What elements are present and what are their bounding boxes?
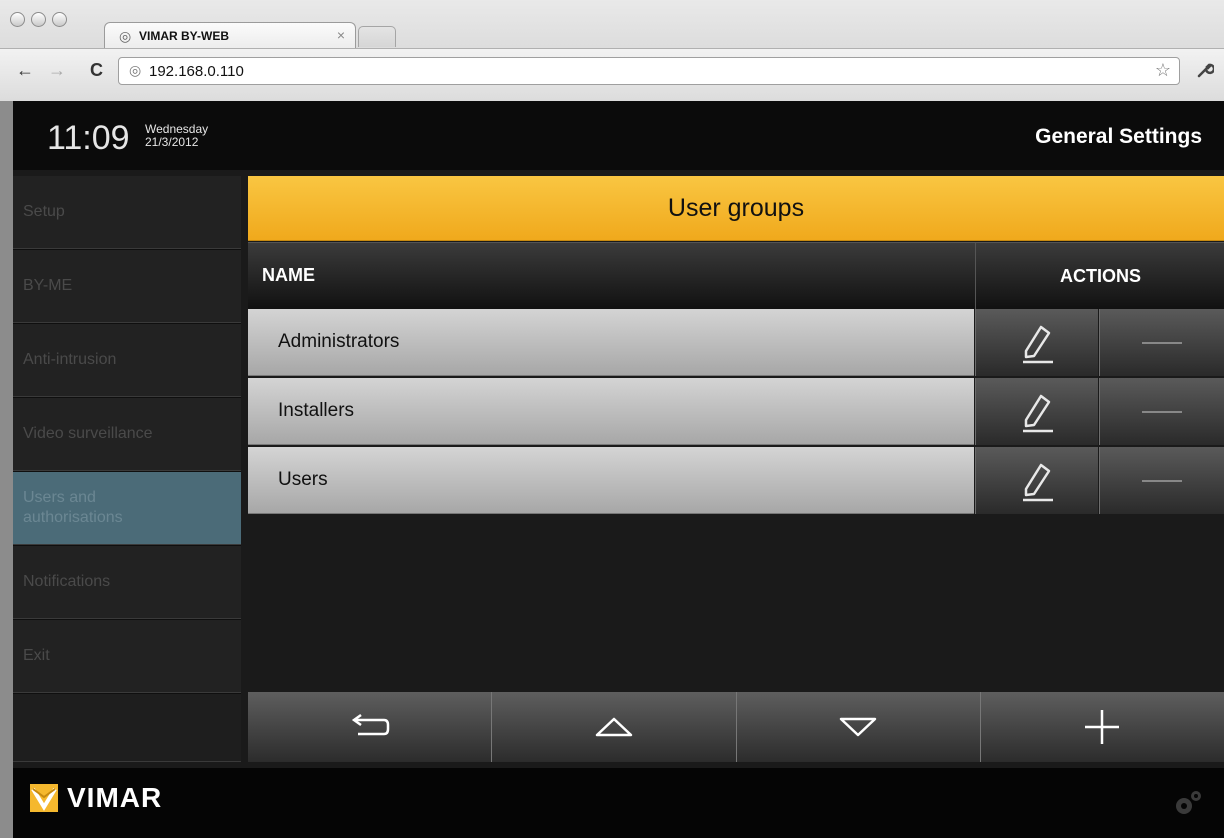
app-header: 11:09 Wednesday 21/3/2012 General Settin…: [13, 101, 1224, 170]
scroll-up-button[interactable]: [492, 692, 737, 762]
forward-icon[interactable]: →: [48, 60, 66, 81]
browser-chrome: ◎ VIMAR BY-WEB × ← → C ◎ 192.168.0.110 ☆: [0, 0, 1224, 102]
minimize-window-button[interactable]: [31, 12, 46, 27]
clock-time: 11:09: [47, 119, 130, 157]
vimar-logo-icon: [30, 784, 58, 812]
row-name-cell[interactable]: Users: [248, 447, 974, 514]
table-row: Administrators: [248, 309, 1224, 376]
wrench-icon[interactable]: [1196, 61, 1216, 84]
column-header-name: NAME: [262, 265, 315, 285]
table-row: Installers: [248, 378, 1224, 445]
pencil-icon: [1023, 394, 1053, 432]
sidebar-item-label: Notifications: [23, 573, 111, 590]
date-value: 21/3/2012: [145, 135, 199, 149]
row-name-cell[interactable]: Administrators: [248, 309, 974, 376]
tab-title: VIMAR BY-WEB: [139, 29, 229, 43]
globe-icon: ◎: [119, 28, 132, 44]
triangle-up-icon: [595, 717, 633, 737]
vimar-logo: VIMAR: [29, 782, 162, 814]
row-name-cell[interactable]: Installers: [248, 378, 974, 445]
reload-icon[interactable]: C: [90, 60, 103, 81]
back-button[interactable]: [248, 692, 493, 762]
browser-tab[interactable]: ◎ VIMAR BY-WEB ×: [104, 22, 356, 49]
site-globe-icon: ◎: [129, 62, 142, 78]
delete-button[interactable]: [1099, 447, 1224, 514]
sidebar-item-label: Setup: [23, 203, 65, 220]
sidebar-item-exit[interactable]: Exit: [13, 620, 241, 693]
bookmark-star-icon[interactable]: ☆: [1155, 60, 1171, 81]
sidebar: Setup BY-ME Anti-intrusion Video surveil…: [13, 176, 241, 762]
main-panel: User groups NAME ACTIONS Administrators …: [248, 176, 1224, 762]
app-footer: VIMAR: [13, 768, 1224, 838]
address-bar[interactable]: ◎ 192.168.0.110 ☆: [118, 57, 1180, 85]
minus-icon: [1142, 410, 1182, 413]
pencil-icon: [1023, 463, 1053, 501]
pencil-icon: [1023, 325, 1053, 363]
sidebar-item-video-surveillance[interactable]: Video surveillance: [13, 398, 241, 471]
sidebar-item-by-me[interactable]: BY-ME: [13, 250, 241, 323]
sidebar-item-label: Exit: [23, 647, 50, 664]
close-window-button[interactable]: [10, 12, 25, 27]
window-left-edge: [0, 101, 13, 838]
sidebar-item-users-and-authorisations[interactable]: Users and authorisations: [13, 472, 241, 545]
table-header: NAME ACTIONS: [248, 242, 1224, 309]
gear-icon: [1176, 791, 1201, 814]
scroll-down-button[interactable]: [736, 692, 981, 762]
sidebar-item-label: Anti-intrusion: [23, 351, 117, 368]
sidebar-item-label: Video surveillance: [23, 425, 153, 442]
sidebar-item-setup[interactable]: Setup: [13, 176, 241, 249]
delete-button[interactable]: [1099, 309, 1224, 376]
row-name: Installers: [278, 400, 355, 421]
add-group-button[interactable]: [980, 692, 1224, 762]
edit-button[interactable]: [975, 447, 1098, 514]
minus-icon: [1142, 479, 1182, 482]
table-row: Users: [248, 447, 1224, 514]
date-block: Wednesday 21/3/2012: [145, 123, 208, 149]
page-title: General Settings: [1035, 125, 1202, 148]
sidebar-item-notifications[interactable]: Notifications: [13, 546, 241, 619]
new-tab-button[interactable]: [358, 26, 396, 47]
tab-close-icon[interactable]: ×: [337, 27, 345, 43]
sidebar-item-anti-intrusion[interactable]: Anti-intrusion: [13, 324, 241, 397]
sidebar-item-label: BY-ME: [23, 277, 73, 294]
sidebar-filler: [13, 694, 241, 762]
window-controls: [10, 12, 67, 27]
sidebar-item-label: Users and authorisations: [23, 489, 123, 526]
section-title: User groups: [248, 176, 1224, 241]
brand-name: VIMAR: [67, 782, 163, 813]
edit-button[interactable]: [975, 378, 1098, 445]
browser-toolbar: ← → C ◎ 192.168.0.110 ☆: [0, 48, 1224, 101]
back-icon[interactable]: ←: [16, 60, 34, 81]
column-header-actions: ACTIONS: [975, 243, 1224, 309]
minus-icon: [1142, 341, 1182, 344]
bottom-toolbar: [248, 692, 1224, 762]
row-name: Administrators: [278, 331, 400, 352]
url-text[interactable]: 192.168.0.110: [149, 63, 244, 80]
settings-gear-button[interactable]: [1172, 788, 1204, 823]
delete-button[interactable]: [1099, 378, 1224, 445]
triangle-down-icon: [839, 717, 877, 737]
zoom-window-button[interactable]: [52, 12, 67, 27]
edit-button[interactable]: [975, 309, 1098, 376]
back-arrow-icon: [351, 713, 389, 736]
row-name: Users: [278, 469, 328, 490]
plus-icon: [1085, 710, 1120, 744]
